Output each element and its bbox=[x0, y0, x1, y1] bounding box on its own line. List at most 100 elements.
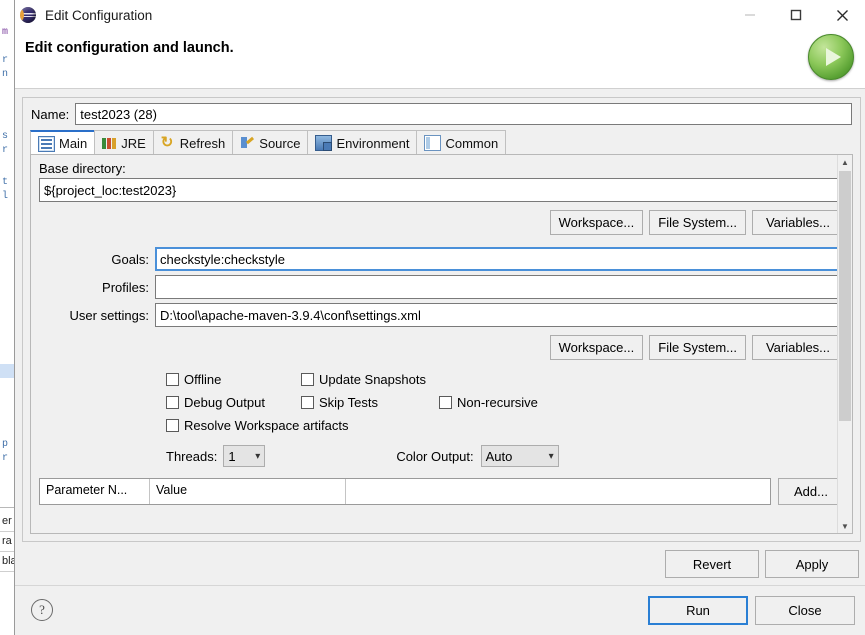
config-panel: Name: Main JRE Refresh bbox=[22, 97, 861, 542]
chevron-down-icon: ▾ bbox=[247, 451, 260, 462]
threads-dropdown[interactable]: 1 ▾ bbox=[223, 445, 265, 467]
profiles-label: Profiles: bbox=[39, 280, 155, 295]
user-settings-input[interactable] bbox=[155, 303, 844, 327]
name-row: Name: bbox=[23, 98, 860, 130]
checkbox-resolve-workspace-artifacts[interactable]: Resolve Workspace artifacts bbox=[166, 418, 349, 433]
threads-and-color-row: Threads: 1 ▾ Color Output: Auto ▾ bbox=[31, 437, 852, 470]
tab-label: Refresh bbox=[180, 136, 226, 151]
checkbox-non-recursive[interactable]: Non-recursive bbox=[439, 395, 538, 410]
edit-configuration-dialog: Edit Configuration Edit configuration an… bbox=[14, 0, 865, 635]
workspace-button-bottom[interactable]: Workspace... bbox=[550, 335, 644, 360]
base-directory-browse-buttons: Workspace... File System... Variables... bbox=[31, 202, 852, 235]
variables-button-top[interactable]: Variables... bbox=[752, 210, 844, 235]
checkbox-box[interactable] bbox=[166, 396, 179, 409]
user-settings-label: User settings: bbox=[39, 308, 155, 323]
tab-label: Environment bbox=[336, 136, 409, 151]
checkbox-update-snapshots[interactable]: Update Snapshots bbox=[301, 372, 426, 387]
vertical-scrollbar[interactable]: ▲ ▼ bbox=[837, 155, 852, 533]
checkbox-box[interactable] bbox=[166, 373, 179, 386]
checkbox-label: Resolve Workspace artifacts bbox=[184, 418, 349, 433]
tab-main[interactable]: Main bbox=[30, 130, 95, 155]
apply-button[interactable]: Apply bbox=[765, 550, 859, 578]
chevron-down-icon: ▾ bbox=[541, 451, 554, 462]
color-output-label: Color Output: bbox=[396, 449, 473, 464]
tab-source[interactable]: Source bbox=[232, 130, 308, 155]
run-green-arrow-icon[interactable] bbox=[808, 34, 854, 80]
footer-buttons: Run Close bbox=[648, 596, 855, 625]
tab-common[interactable]: Common bbox=[416, 130, 506, 155]
tab-label: JRE bbox=[121, 136, 146, 151]
color-output-dropdown[interactable]: Auto ▾ bbox=[481, 445, 559, 467]
user-settings-row: User settings: bbox=[31, 299, 852, 327]
eclipse-icon bbox=[20, 7, 36, 23]
tab-label: Common bbox=[445, 136, 498, 151]
checkbox-label: Debug Output bbox=[184, 395, 265, 410]
checkbox-offline[interactable]: Offline bbox=[166, 372, 301, 387]
checkbox-box[interactable] bbox=[166, 419, 179, 432]
close-button[interactable]: Close bbox=[755, 596, 855, 625]
revert-apply-row: Revert Apply bbox=[665, 550, 859, 578]
config-tabs: Main JRE Refresh Source Environment bbox=[30, 130, 505, 155]
checkbox-skip-tests[interactable]: Skip Tests bbox=[301, 395, 439, 410]
header-title: Edit configuration and launch. bbox=[25, 40, 234, 56]
tab-refresh[interactable]: Refresh bbox=[153, 130, 234, 155]
source-tab-icon bbox=[240, 136, 255, 150]
user-settings-browse-buttons: Workspace... File System... Variables... bbox=[31, 327, 852, 360]
goals-label: Goals: bbox=[39, 252, 155, 267]
goals-input[interactable] bbox=[155, 247, 844, 271]
column-header-value[interactable]: Value bbox=[150, 479, 346, 504]
window-controls bbox=[727, 0, 865, 30]
tab-label: Source bbox=[259, 136, 300, 151]
color-output-value: Auto bbox=[486, 449, 513, 464]
profiles-row: Profiles: bbox=[31, 271, 852, 299]
parameters-area: Parameter N... Value Add... bbox=[31, 470, 852, 505]
checkbox-debug-output[interactable]: Debug Output bbox=[166, 395, 301, 410]
main-tab-icon bbox=[38, 136, 55, 152]
common-tab-icon bbox=[424, 135, 441, 151]
checkbox-box[interactable] bbox=[301, 396, 314, 409]
checkbox-label: Offline bbox=[184, 372, 221, 387]
maximize-icon[interactable] bbox=[773, 0, 819, 30]
checkbox-row: Offline Update Snapshots bbox=[166, 368, 852, 391]
help-question-icon[interactable]: ? bbox=[31, 599, 53, 621]
dialog-footer: ? Run Close bbox=[15, 585, 865, 635]
scrollbar-thumb[interactable] bbox=[839, 171, 851, 421]
tab-environment[interactable]: Environment bbox=[307, 130, 417, 155]
threads-value: 1 bbox=[228, 449, 235, 464]
dialog-title: Edit Configuration bbox=[45, 8, 152, 23]
checkbox-box[interactable] bbox=[301, 373, 314, 386]
scroll-down-arrow-icon[interactable]: ▼ bbox=[838, 519, 852, 533]
base-directory-input[interactable] bbox=[39, 178, 844, 202]
threads-label: Threads: bbox=[166, 449, 217, 464]
refresh-tab-icon bbox=[161, 136, 176, 150]
name-input[interactable] bbox=[75, 103, 852, 125]
base-directory-label: Base directory: bbox=[31, 155, 852, 178]
parameters-table[interactable]: Parameter N... Value bbox=[39, 478, 771, 505]
environment-tab-icon bbox=[315, 135, 332, 151]
dialog-titlebar: Edit Configuration bbox=[15, 0, 865, 30]
dialog-body: Name: Main JRE Refresh bbox=[15, 89, 865, 586]
variables-button-bottom[interactable]: Variables... bbox=[752, 335, 844, 360]
close-icon[interactable] bbox=[819, 0, 865, 30]
minimize-icon[interactable] bbox=[727, 0, 773, 30]
checkbox-label: Update Snapshots bbox=[319, 372, 426, 387]
scroll-up-arrow-icon[interactable]: ▲ bbox=[838, 155, 852, 169]
column-header-empty[interactable] bbox=[346, 479, 770, 504]
options-checkbox-group: Offline Update Snapshots Debug Output bbox=[31, 360, 852, 437]
jre-tab-icon bbox=[102, 136, 117, 150]
name-label: Name: bbox=[31, 107, 69, 122]
file-system-button-bottom[interactable]: File System... bbox=[649, 335, 746, 360]
profiles-input[interactable] bbox=[155, 275, 844, 299]
column-header-parameter-name[interactable]: Parameter N... bbox=[40, 479, 150, 504]
goals-row: Goals: bbox=[31, 235, 852, 271]
checkbox-row: Debug Output Skip Tests Non-recursive bbox=[166, 391, 852, 414]
checkbox-box[interactable] bbox=[439, 396, 452, 409]
workspace-button-top[interactable]: Workspace... bbox=[550, 210, 644, 235]
tab-jre[interactable]: JRE bbox=[94, 130, 154, 155]
revert-button[interactable]: Revert bbox=[665, 550, 759, 578]
run-button[interactable]: Run bbox=[648, 596, 748, 625]
checkbox-label: Skip Tests bbox=[319, 395, 378, 410]
add-parameter-button[interactable]: Add... bbox=[778, 478, 844, 505]
file-system-button-top[interactable]: File System... bbox=[649, 210, 746, 235]
main-tab-content: Base directory: Workspace... File System… bbox=[30, 154, 853, 534]
